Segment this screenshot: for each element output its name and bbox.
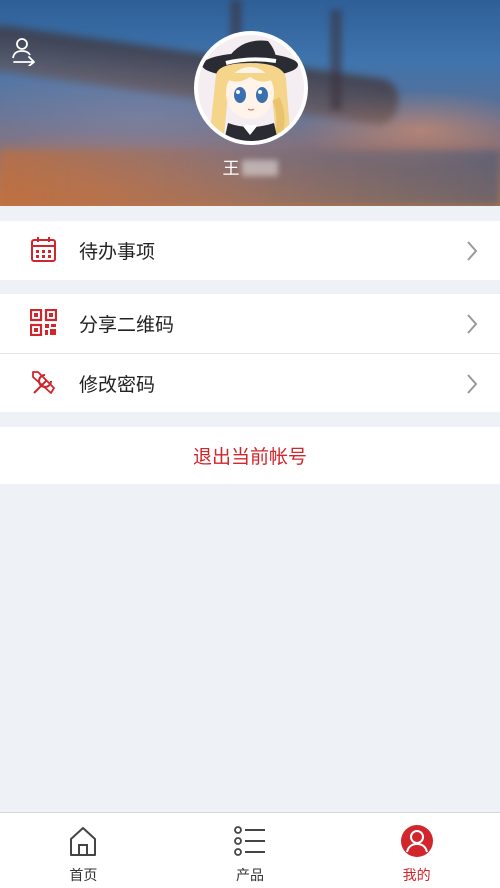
qr-code-icon bbox=[30, 309, 57, 336]
menu-group-account: 分享二维码 修改密码 bbox=[0, 294, 500, 412]
username-redacted bbox=[241, 160, 278, 176]
logout-label: 退出当前帐号 bbox=[192, 446, 307, 468]
profile-header: 王 bbox=[0, 0, 500, 206]
tools-icon bbox=[32, 371, 55, 394]
home-icon bbox=[70, 827, 97, 856]
switch-user-icon[interactable] bbox=[10, 36, 38, 66]
tab-label: 产品 bbox=[236, 868, 264, 884]
menu-item-label: 待办事项 bbox=[79, 241, 156, 263]
chevron-right-icon bbox=[467, 314, 478, 334]
avatar[interactable] bbox=[194, 31, 308, 145]
menu-item-change-password[interactable]: 修改密码 bbox=[0, 353, 500, 412]
bottom-tab-bar: 首页 产品 我的 bbox=[0, 812, 500, 888]
menu-item-label: 修改密码 bbox=[79, 373, 156, 396]
tab-products[interactable]: 产品 bbox=[167, 813, 334, 888]
menu-item-todo[interactable]: 待办事项 bbox=[0, 221, 500, 280]
logout-button[interactable]: 退出当前帐号 bbox=[0, 427, 500, 484]
anime-avatar-image bbox=[198, 35, 304, 141]
tab-home[interactable]: 首页 bbox=[0, 813, 167, 888]
background-tower bbox=[330, 10, 342, 110]
tab-mine[interactable]: 我的 bbox=[333, 813, 500, 888]
chevron-right-icon bbox=[467, 241, 478, 261]
tab-label: 首页 bbox=[69, 868, 98, 884]
chevron-right-icon bbox=[467, 374, 478, 394]
menu-item-share-qr[interactable]: 分享二维码 bbox=[0, 294, 500, 353]
tab-label: 我的 bbox=[402, 868, 431, 884]
username-text: 王 bbox=[222, 159, 240, 179]
username: 王 bbox=[0, 154, 500, 179]
calendar-icon bbox=[31, 237, 56, 262]
list-icon bbox=[234, 826, 265, 856]
user-icon bbox=[400, 825, 433, 857]
menu-item-label: 分享二维码 bbox=[79, 314, 175, 336]
menu-group-todo: 待办事项 bbox=[0, 221, 500, 280]
